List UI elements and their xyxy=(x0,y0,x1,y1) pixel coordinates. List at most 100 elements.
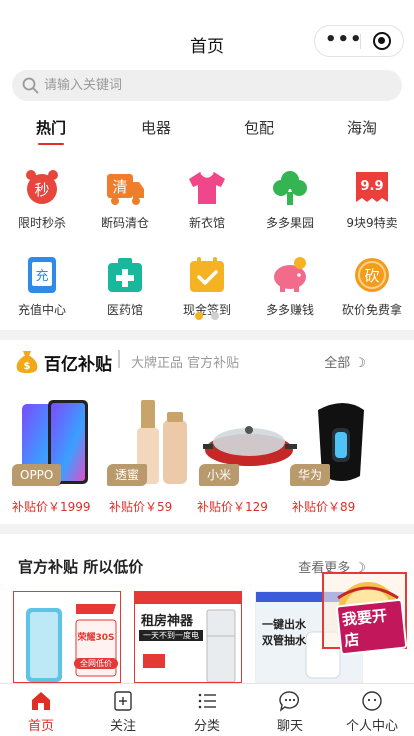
pager-dot-active xyxy=(195,312,203,320)
smart-band-icon: 华为 xyxy=(290,398,392,488)
phone-product-icon: OPPO xyxy=(12,398,112,488)
category-glyph: 充 xyxy=(35,268,48,284)
subsidy-subtitle: 大牌正品 官方补贴 xyxy=(131,356,240,371)
category-earn-money[interactable]: 多多赚钱 xyxy=(249,255,331,318)
tabbar-label: 个人中心 xyxy=(345,719,398,734)
open-store-promo[interactable]: 我要开店 xyxy=(322,572,408,656)
banner-fridge[interactable]: 租房神器 一天不到一度电 xyxy=(134,591,242,683)
bottom-tab-bar: 首页 关注 分类 聊天 个人中心 xyxy=(0,683,414,736)
category-label: 充值中心 xyxy=(17,303,66,317)
money-bag-icon: $ xyxy=(16,351,38,373)
title-separator xyxy=(118,350,120,368)
banner-line1: 荣耀30S xyxy=(77,633,115,643)
promo-label: 我要开店 xyxy=(335,598,408,656)
tabbar-follow[interactable]: 关注 xyxy=(82,690,164,734)
subsidy-header: $ 百亿补贴 大牌正品 官方补贴 全部 ☽ xyxy=(0,342,414,378)
banner-line1: 租房神器 xyxy=(141,614,194,629)
category-bargain[interactable]: 砍 砍价免费拿 xyxy=(331,255,413,318)
more-menu-icon[interactable]: ••• xyxy=(325,26,362,56)
calendar-check-icon xyxy=(187,255,227,295)
category-glyph: 砍 xyxy=(364,267,379,285)
category-tabs: 热门 电器 包配 海淘 xyxy=(0,112,414,146)
category-label: 多多果园 xyxy=(265,216,314,230)
subsidy-price: 补贴价￥129 xyxy=(197,500,268,514)
banner-line2: 双管抽水 xyxy=(262,634,306,647)
tabbar-home[interactable]: 首页 xyxy=(0,690,82,734)
svg-text:$: $ xyxy=(24,361,31,372)
official-title: 官方补贴 所以低价 xyxy=(18,558,144,576)
brand-tag: 华为 xyxy=(290,464,331,486)
search-icon xyxy=(22,77,39,94)
product-card-oppo[interactable]: OPPO 补贴价￥1999 xyxy=(12,398,112,514)
brand-tag: 小米 xyxy=(199,464,240,486)
flash-sale-clock-icon: 秒 xyxy=(22,168,62,208)
foundation-bottle-icon: 透蜜 xyxy=(107,398,209,488)
piggy-bank-icon xyxy=(270,255,310,295)
category-label: 新衣馆 xyxy=(188,216,225,230)
product-card-huawei[interactable]: 华为 补贴价￥89 xyxy=(290,398,392,514)
medicine-box-icon xyxy=(105,255,145,295)
nine-nine-icon: 9.9 xyxy=(352,168,392,208)
pager-dot xyxy=(211,312,219,320)
recharge-phone-icon: 充 xyxy=(22,255,62,295)
section-divider xyxy=(0,330,414,340)
subsidy-price: 补贴价￥1999 xyxy=(12,500,91,514)
tabbar-label: 分类 xyxy=(193,719,220,734)
category-label: 限时秒杀 xyxy=(17,216,66,230)
category-glyph: 清 xyxy=(112,178,127,196)
subsidy-price: 补贴价￥89 xyxy=(292,500,356,514)
brand-tag: 透蜜 xyxy=(107,464,148,486)
tabbar-category[interactable]: 分类 xyxy=(166,690,248,734)
category-label: 现金签到 xyxy=(182,303,231,317)
clearance-truck-icon: 清 xyxy=(105,168,145,208)
category-label: 9块9特卖 xyxy=(346,216,398,230)
bargain-coin-icon: 砍 xyxy=(352,255,392,295)
category-label: 多多赚钱 xyxy=(265,303,314,317)
mini-program-capsule: ••• xyxy=(314,25,404,57)
tabbar-label: 首页 xyxy=(27,719,54,734)
category-cash-checkin[interactable]: 现金签到 xyxy=(166,255,248,318)
banner-line2: 全网低价 xyxy=(74,658,118,669)
tabbar-label: 关注 xyxy=(109,719,136,734)
profile-icon xyxy=(361,690,383,712)
category-label: 断码清仓 xyxy=(100,216,149,230)
category-nine-nine[interactable]: 9.9 9块9特卖 xyxy=(331,168,413,231)
tshirt-icon xyxy=(187,168,227,208)
subsidy-more-link[interactable]: 全部 ☽ xyxy=(324,352,366,371)
subsidy-title: 百亿补贴 xyxy=(44,355,112,375)
close-target-icon[interactable] xyxy=(373,32,391,50)
search-input[interactable] xyxy=(44,70,384,101)
category-orchard[interactable]: 多多果园 xyxy=(249,168,331,231)
tab-hot[interactable]: 热门 xyxy=(11,117,91,138)
banner-line1: 一键出水 xyxy=(262,618,306,631)
section-divider xyxy=(0,524,414,534)
category-label: 砍价免费拿 xyxy=(341,303,402,317)
category-icon xyxy=(196,690,218,712)
category-flash-sale[interactable]: 秒 限时秒杀 xyxy=(1,168,83,231)
category-clearance[interactable]: 清 断码清仓 xyxy=(84,168,166,231)
banner-line2: 一天不到一度电 xyxy=(139,630,203,641)
category-glyph: 9.9 xyxy=(360,179,383,194)
tree-icon xyxy=(270,168,310,208)
category-pharmacy[interactable]: 医药馆 xyxy=(84,255,166,318)
tabbar-profile[interactable]: 个人中心 xyxy=(331,690,413,734)
banner-honor-phone[interactable]: 荣耀30S 全网低价 xyxy=(13,591,121,683)
product-card-xiaomi[interactable]: 小米 补贴价￥129 xyxy=(197,398,297,514)
tab-appliances[interactable]: 电器 xyxy=(116,117,196,138)
home-icon xyxy=(30,690,52,712)
tabbar-label: 聊天 xyxy=(276,719,303,734)
tab-bags[interactable]: 包配 xyxy=(219,117,299,138)
active-tab-indicator xyxy=(38,143,64,145)
brand-tag: OPPO xyxy=(12,464,62,486)
tab-overseas[interactable]: 海淘 xyxy=(322,117,402,138)
category-new-clothes[interactable]: 新衣馆 xyxy=(166,168,248,231)
search-bar[interactable] xyxy=(12,70,402,101)
tabbar-chat[interactable]: 聊天 xyxy=(249,690,331,734)
nav-bar: 首页 ••• xyxy=(0,0,414,64)
category-glyph: 秒 xyxy=(34,181,49,199)
product-card-foundation[interactable]: 透蜜 补贴价￥59 xyxy=(107,398,209,514)
chat-icon xyxy=(279,690,301,712)
category-recharge[interactable]: 充 充值中心 xyxy=(1,255,83,318)
electric-pan-icon: 小米 xyxy=(199,398,297,488)
follow-icon xyxy=(112,690,134,712)
